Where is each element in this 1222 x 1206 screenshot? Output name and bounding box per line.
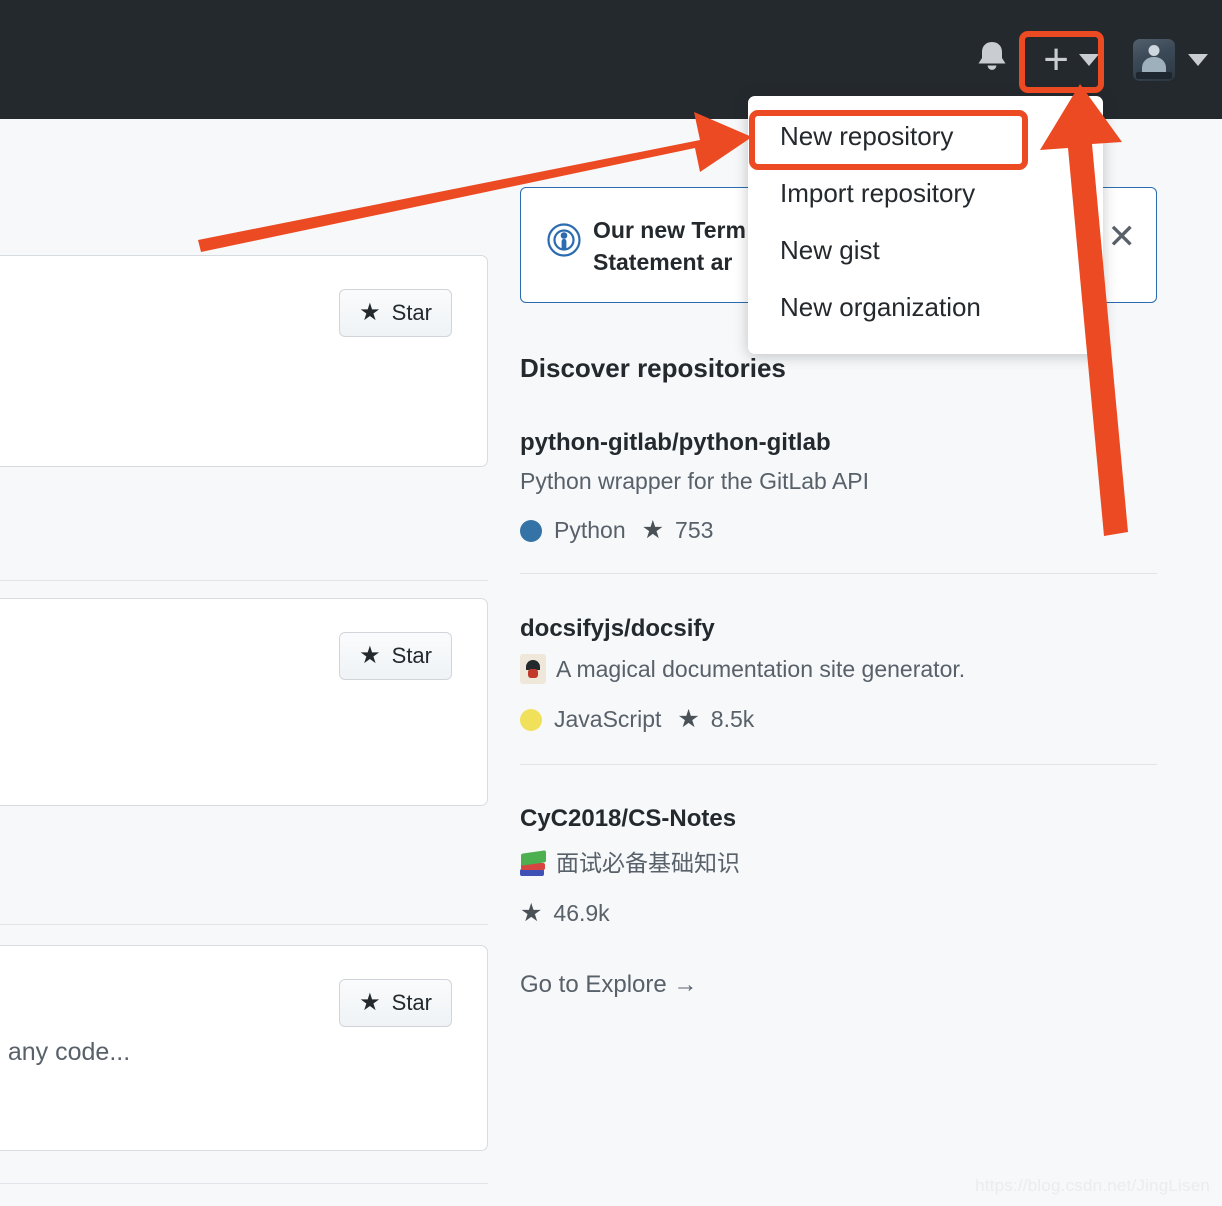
discover-repo-item: python-gitlab/python-gitlab Python wrapp…	[520, 429, 1157, 544]
repo-description: 面试必备基础知识	[520, 844, 1157, 878]
star-count-label: 753	[675, 517, 714, 543]
repo-card-text: e any code...	[0, 1038, 131, 1066]
menu-item-new-organization[interactable]: New organization	[748, 279, 1103, 336]
language-label: JavaScript	[554, 706, 662, 732]
star-button-label: Star	[391, 990, 432, 1015]
user-menu-button[interactable]	[1133, 38, 1208, 81]
watermark: https://blog.csdn.net/JingLisen	[975, 1176, 1210, 1195]
star-button[interactable]: ★ Star	[339, 979, 452, 1027]
repo-meta: ★ 46.9k	[520, 900, 1157, 927]
star-button-label: Star	[391, 300, 432, 325]
repo-language: Python	[520, 517, 626, 544]
menu-item-new-gist[interactable]: New gist	[748, 222, 1103, 279]
repo-name-link[interactable]: docsifyjs/docsify	[520, 615, 1157, 643]
repo-meta: JavaScript ★ 8.5k	[520, 706, 1157, 733]
star-icon: ★	[359, 642, 381, 669]
avatar	[1133, 38, 1175, 81]
joker-card-emoji	[520, 654, 546, 684]
star-icon: ★	[677, 705, 700, 733]
list-divider	[0, 1183, 488, 1184]
notifications-button[interactable]	[965, 33, 1019, 87]
star-count-label: 46.9k	[553, 900, 610, 926]
repo-card[interactable]: ★ Star	[0, 598, 488, 806]
repo-language: JavaScript	[520, 706, 661, 733]
discover-repositories-title: Discover repositories	[520, 353, 786, 383]
create-new-dropdown-menu: New repository Import repository New gis…	[748, 96, 1103, 354]
star-button[interactable]: ★ Star	[339, 632, 452, 680]
language-color-dot	[520, 708, 542, 731]
repo-description-text: Python wrapper for the GitLab API	[520, 468, 870, 494]
bell-icon	[975, 39, 1009, 80]
header-actions: +	[965, 33, 1222, 87]
language-label: Python	[554, 517, 626, 543]
menu-item-import-repository[interactable]: Import repository	[748, 165, 1103, 222]
discover-repo-item: docsifyjs/docsify A magical documentatio…	[520, 615, 1157, 733]
list-divider	[0, 924, 488, 925]
repo-divider	[520, 573, 1157, 574]
repo-description-text: 面试必备基础知识	[556, 850, 740, 876]
star-count-label: 8.5k	[710, 706, 755, 732]
go-to-explore-link[interactable]: Go to Explore →	[520, 971, 697, 999]
repo-description: Python wrapper for the GitLab API	[520, 468, 1157, 495]
chevron-down-icon	[1079, 53, 1099, 66]
close-icon[interactable]: ✕	[1108, 220, 1137, 254]
star-button[interactable]: ★ Star	[339, 289, 452, 337]
repo-card[interactable]: ★ Star	[0, 255, 488, 467]
discover-repo-item: CyC2018/CS-Notes 面试必备基础知识 ★ 46.9k	[520, 805, 1157, 927]
star-icon: ★	[641, 516, 665, 544]
repo-card[interactable]: ★ Star e any code...	[0, 945, 488, 1151]
github-dashboard-page: ★ Star ★ Star ★ Star e any code... Our n…	[0, 0, 1222, 1206]
repo-name-link[interactable]: CyC2018/CS-Notes	[520, 805, 1157, 833]
star-icon: ★	[359, 299, 381, 326]
plus-icon: +	[1043, 34, 1069, 84]
repo-star-count: ★ 753	[642, 517, 714, 544]
star-icon: ★	[359, 989, 381, 1016]
repo-description-text: A magical documentation site generator.	[556, 655, 966, 682]
language-color-dot	[520, 519, 542, 542]
repo-divider	[520, 764, 1157, 765]
repo-star-count: ★ 8.5k	[677, 706, 754, 733]
broadcast-icon	[545, 221, 583, 264]
star-button-label: Star	[391, 643, 432, 668]
chevron-down-icon	[1188, 53, 1208, 66]
create-new-button[interactable]: +	[1029, 37, 1113, 83]
repo-name-link[interactable]: python-gitlab/python-gitlab	[520, 429, 1157, 457]
repo-star-count: ★ 46.9k	[520, 900, 610, 927]
menu-item-new-repository[interactable]: New repository	[748, 108, 1103, 165]
repo-meta: Python ★ 753	[520, 517, 1157, 544]
star-icon: ★	[520, 899, 543, 927]
repo-description: A magical documentation site generator.	[520, 654, 1157, 684]
list-divider	[0, 580, 488, 581]
books-emoji	[520, 846, 546, 876]
